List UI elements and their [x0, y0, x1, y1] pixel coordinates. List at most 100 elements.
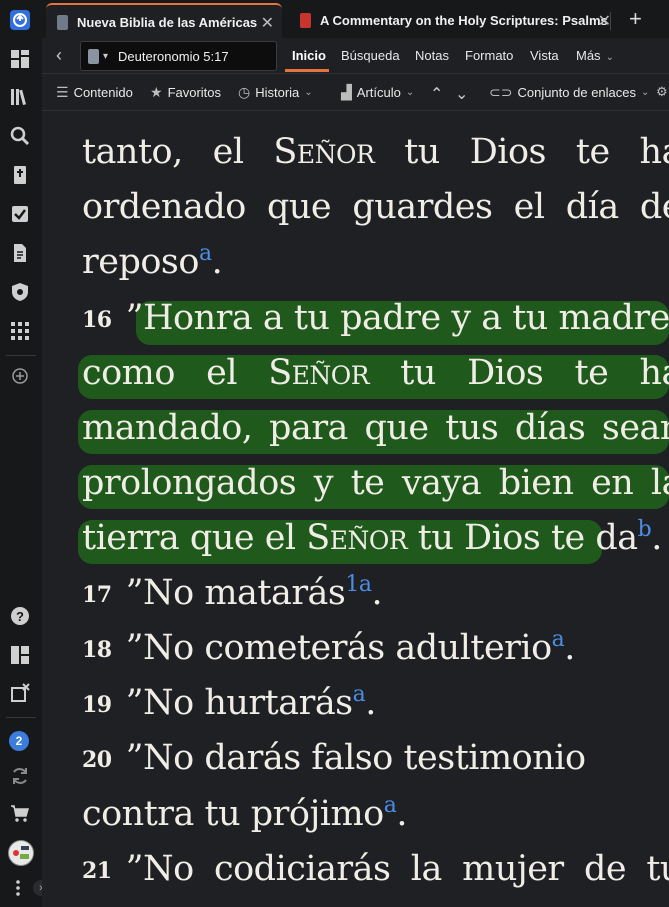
- word: día: [565, 187, 619, 227]
- bible-text-pane[interactable]: · · · · · · · · · · · · · · · · · · · ta…: [42, 111, 669, 907]
- layout-icon[interactable]: [8, 643, 32, 667]
- tab-divider: [610, 12, 611, 30]
- footnote-marker[interactable]: a: [384, 793, 397, 818]
- new-tab-button[interactable]: +: [629, 6, 642, 32]
- favoritos-button[interactable]: ★ Favoritos: [150, 84, 221, 101]
- bible-icon[interactable]: [8, 163, 32, 187]
- word: codiciarás: [214, 849, 391, 889]
- word: ha: [639, 132, 669, 172]
- verse-19-line: 19 ”No hurtarása.: [82, 682, 376, 723]
- close-panels-icon[interactable]: [8, 681, 32, 705]
- tab-nueva-biblia[interactable]: Nueva Biblia de las Américas ✕: [46, 3, 282, 40]
- logos-home-icon[interactable]: [8, 8, 32, 32]
- word: te: [574, 353, 609, 393]
- word: reposo: [82, 242, 199, 282]
- word: para: [269, 408, 348, 448]
- footnote-marker[interactable]: a: [199, 241, 212, 266]
- articulo-button[interactable]: ▟ Artículo ⌄: [341, 84, 414, 101]
- verse-18-line: 18 ”No cometerás adulterioa.: [82, 627, 575, 668]
- word: el: [212, 132, 244, 172]
- word: prolongados: [82, 463, 297, 503]
- chevron-down-icon: ⌄: [641, 87, 650, 98]
- svg-text:?: ?: [16, 609, 24, 624]
- dashboard-icon[interactable]: [8, 47, 32, 71]
- word: bien: [498, 463, 574, 503]
- chevron-down-icon: ⌄: [405, 87, 415, 98]
- help-icon[interactable]: ?: [8, 604, 32, 628]
- add-icon[interactable]: [8, 364, 32, 388]
- verse-number[interactable]: 20: [82, 747, 112, 773]
- word: días: [514, 408, 586, 448]
- menu-inicio[interactable]: Inicio: [292, 48, 326, 63]
- reading-plan-icon[interactable]: [8, 202, 32, 226]
- back-arrow-icon[interactable]: ‹: [56, 45, 62, 66]
- word: ha: [639, 353, 669, 393]
- word: Dios: [467, 353, 544, 393]
- notification-badge[interactable]: 2: [9, 731, 29, 751]
- menu-formato[interactable]: Formato: [465, 48, 513, 63]
- footnote-marker[interactable]: a: [353, 682, 366, 707]
- word: el: [206, 353, 238, 393]
- verse-21-line: 21 ”No codiciarás la mujer de tu: [82, 849, 669, 889]
- next-article-icon[interactable]: ⌄: [455, 84, 468, 104]
- footnote-marker[interactable]: b: [638, 517, 652, 542]
- history-icon: ◷: [238, 84, 251, 100]
- verse-number[interactable]: 18: [82, 637, 112, 663]
- shield-icon[interactable]: [8, 280, 32, 304]
- contenido-button[interactable]: ☰ Contenido: [56, 84, 133, 101]
- word: tanto,: [82, 132, 183, 172]
- document-icon[interactable]: [8, 241, 32, 265]
- word: te: [575, 132, 610, 172]
- verse-text: ”No cometerás adulterio: [125, 628, 553, 668]
- footnote-marker[interactable]: 1a: [345, 572, 372, 597]
- verse-number[interactable]: 19: [82, 692, 112, 718]
- word: te: [350, 463, 385, 503]
- more-vertical-icon[interactable]: [6, 876, 30, 900]
- rail-divider: [6, 717, 36, 718]
- verse-number[interactable]: 21: [82, 858, 112, 884]
- menu-vista[interactable]: Vista: [530, 48, 559, 63]
- word: ordenado: [82, 187, 246, 227]
- settings-icon[interactable]: ⚙: [656, 84, 668, 100]
- sync-icon[interactable]: [8, 764, 32, 788]
- link-set-button[interactable]: ⊂⊃ Conjunto de enlaces ⌄: [489, 84, 649, 101]
- historia-button[interactable]: ◷ Historia ⌄: [238, 84, 313, 101]
- verse-16-line: 16”Honra a tu padre y a tu madrea,: [82, 298, 669, 338]
- previous-article-icon[interactable]: ⌃: [430, 84, 443, 104]
- verse-number[interactable]: 17: [82, 582, 112, 608]
- text-line: mandado, para que tus días sean: [82, 408, 669, 448]
- search-icon[interactable]: [8, 124, 32, 148]
- text-line: contra tu prójimoa.: [82, 793, 408, 834]
- reference-box[interactable]: ▾ Deuteronomio 5:17: [80, 41, 277, 71]
- word: guardes: [352, 187, 493, 227]
- bar-chart-icon: ▟: [341, 84, 352, 100]
- word: mandado,: [82, 408, 253, 448]
- chevron-down-icon[interactable]: ▾: [103, 51, 108, 62]
- word: y: [313, 463, 334, 503]
- menu-notas[interactable]: Notas: [415, 48, 449, 63]
- library-icon[interactable]: [8, 85, 32, 109]
- reference-input[interactable]: Deuteronomio 5:17: [118, 49, 229, 64]
- verse-text: tierra que el: [82, 518, 307, 558]
- left-rail: ? 2 ›: [0, 0, 49, 907]
- word: vaya: [401, 463, 482, 503]
- close-icon[interactable]: ✕: [598, 11, 611, 31]
- active-menu-indicator: [285, 69, 329, 72]
- user-avatar[interactable]: [8, 840, 34, 866]
- menu-busqueda[interactable]: Búsqueda: [341, 48, 400, 63]
- menu-mas[interactable]: Más ⌄: [576, 48, 614, 63]
- verse-number[interactable]: 16: [82, 307, 112, 333]
- footnote-marker[interactable]: a: [552, 627, 565, 652]
- clipped-line: · · · · · · · · · · · · · · · · · · ·: [82, 111, 476, 127]
- cart-icon[interactable]: [8, 801, 32, 825]
- word: tus: [445, 408, 499, 448]
- verse-21-start: 21 ”No: [82, 849, 194, 889]
- word: de: [583, 849, 627, 889]
- articulo-label: Artículo: [356, 85, 401, 100]
- apps-grid-icon[interactable]: [8, 319, 32, 343]
- verse-20-line: 20 ”No darás falso testimonio: [82, 738, 586, 778]
- link-icon: ⊂⊃: [489, 84, 513, 100]
- word: sean: [601, 408, 669, 448]
- close-icon[interactable]: ✕: [261, 13, 274, 33]
- tab-commentary-psalms[interactable]: A Commentary on the Holy Scriptures: Psa…: [289, 3, 619, 38]
